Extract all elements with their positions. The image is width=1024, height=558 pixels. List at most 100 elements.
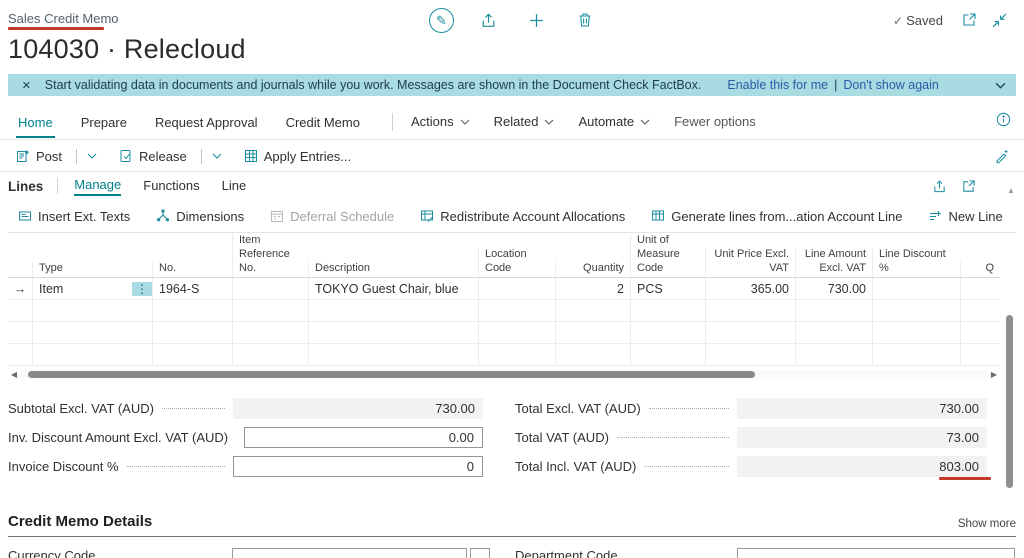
horizontal-scrollbar-track[interactable] [20,370,988,379]
enable-this-link[interactable]: Enable this for me [727,78,828,92]
dotted-leader [648,408,729,409]
tab-home[interactable]: Home [16,106,55,138]
department-code-row: Department Code [515,548,1015,558]
total-incl-vat-field: 803.00 [737,456,987,477]
horizontal-scrollbar-thumb[interactable] [28,371,755,378]
cell-description[interactable]: TOKYO Guest Chair, blue [308,278,478,299]
generate-lines-button[interactable]: Generate lines from...ation Account Line [651,209,902,224]
new-document-button[interactable] [527,11,545,29]
page-title: 104030 · Relecloud [8,34,246,64]
vertical-ellipsis-icon[interactable]: ⋮ [132,281,152,296]
inv-discount-amount-field[interactable]: 0.00 [244,427,483,448]
row-context-menu-button[interactable]: ⋮ [132,278,152,299]
invoice-discount-pct-field[interactable]: 0 [233,456,483,477]
tab-request-approval[interactable]: Request Approval [153,106,260,138]
release-button[interactable]: Release [119,148,222,164]
cell-line-discount[interactable] [872,278,960,299]
breadcrumb[interactable]: Sales Credit Memo [8,11,119,26]
column-header-line-discount[interactable]: Line Discount % [872,247,960,281]
empty-table-row [8,344,1000,366]
sales-credit-memo-page: Sales Credit Memo ✎ ✓ Saved 104030 · Rel… [0,0,1024,558]
redistribute-account-allocations-button[interactable]: Redistribute Account Allocations [420,209,625,224]
edit-button[interactable]: ✎ [429,8,454,33]
horizontal-scrollbar: ◀ ▶ [8,369,1000,380]
tab-prepare[interactable]: Prepare [79,106,129,138]
minimize-icon [992,13,1006,27]
notification-message: Start validating data in documents and j… [44,78,702,92]
info-icon [996,112,1011,127]
notification-bar: × Start validating data in documents and… [8,74,1016,96]
fewer-options-button[interactable]: Fewer options [674,114,756,129]
column-header-line-amount[interactable]: Line Amount Excl. VAT [795,247,872,281]
menu-automate[interactable]: Automate [578,114,650,129]
chevron-down-icon [995,82,1006,89]
dimensions-button[interactable]: Dimensions [156,209,244,224]
post-document-icon [17,150,29,162]
lines-share-button[interactable] [932,179,947,194]
cell-no[interactable]: 1964-S [152,278,232,299]
check-icon: ✓ [893,13,904,28]
save-status: ✓ Saved [893,13,943,28]
post-button[interactable]: Post [16,148,97,164]
delete-button[interactable] [576,11,594,29]
column-header-unit-price[interactable]: Unit Price Excl. VAT [705,247,795,281]
dotted-leader [126,466,225,467]
lines-focus-mode-button[interactable] [961,179,976,194]
dont-show-again-link[interactable]: Don't show again [843,78,939,92]
close-icon[interactable]: × [22,77,31,94]
scroll-up-arrow[interactable]: ▲ [1007,186,1015,195]
lines-tab-manage[interactable]: Manage [74,177,122,196]
menu-actions[interactable]: Actions [411,114,470,129]
credit-memo-details-title: Credit Memo Details [8,513,153,530]
chevron-down-icon [212,153,222,159]
cell-unit-of-measure-code[interactable]: PCS [630,278,705,299]
column-header-unit-of-measure-code[interactable]: Unit of Measure Code [630,234,705,281]
info-button[interactable] [996,112,1012,128]
show-more-button[interactable]: Show more [958,518,1016,530]
cell-type[interactable]: Item [32,278,132,299]
collapse-button[interactable] [990,11,1008,29]
inv-discount-amount-row: Inv. Discount Amount Excl. VAT (AUD) 0.0… [8,427,483,448]
deferral-schedule-button[interactable]: Deferral Schedule [270,209,394,224]
plus-icon [529,13,543,27]
scroll-left-arrow[interactable]: ◀ [8,370,20,379]
lines-part-header: Lines Manage Functions Line [8,173,1016,199]
post-dropdown-button[interactable] [87,153,97,159]
cell-q[interactable] [960,278,1000,299]
column-header-item-reference-no[interactable]: Item Reference No. [232,234,308,281]
release-dropdown-button[interactable] [212,153,222,159]
cell-location-code[interactable] [478,278,555,299]
vertical-scrollbar-thumb[interactable] [1006,315,1013,488]
tab-credit-memo[interactable]: Credit Memo [284,106,362,138]
dotted-leader [644,466,729,467]
notification-expand-button[interactable] [995,82,1006,89]
new-line-button[interactable]: New Line [928,209,1003,224]
total-vat-row: Total VAT (AUD) 73.00 [515,427,987,448]
lines-tab-functions[interactable]: Functions [143,178,199,195]
scroll-right-arrow[interactable]: ▶ [988,370,1000,379]
total-vat-field: 73.00 [737,427,987,448]
lines-tab-line[interactable]: Line [222,178,247,195]
open-in-new-window-button[interactable] [960,11,978,29]
currency-code-input[interactable] [232,548,467,558]
apply-entries-button[interactable]: Apply Entries... [244,149,351,164]
empty-table-row [8,322,1000,344]
split-divider [200,148,202,164]
personalize-pin-icon [996,149,1008,164]
cell-quantity[interactable]: 2 [555,278,630,299]
share-button[interactable] [479,11,497,29]
personalize-toolbar-button[interactable] [994,148,1010,164]
cell-item-reference-no[interactable] [232,278,308,299]
share-icon [934,179,945,192]
lines-title: Lines [8,178,44,194]
cell-line-amount[interactable]: 730.00 [795,278,872,299]
cell-unit-price[interactable]: 365.00 [705,278,795,299]
credit-memo-details-header[interactable]: Credit Memo Details Show more [8,508,1016,537]
column-header-location-code[interactable]: Location Code [478,247,555,281]
table-row[interactable]: → Item ⋮ 1964-S TOKYO Guest Chair, blue … [8,278,1000,300]
annotation-underline-breadcrumb [8,27,104,30]
department-code-input[interactable] [737,548,1015,558]
currency-code-lookup-button[interactable] [470,548,490,558]
insert-ext-texts-button[interactable]: Insert Ext. Texts [18,209,130,224]
menu-related[interactable]: Related [494,114,555,129]
